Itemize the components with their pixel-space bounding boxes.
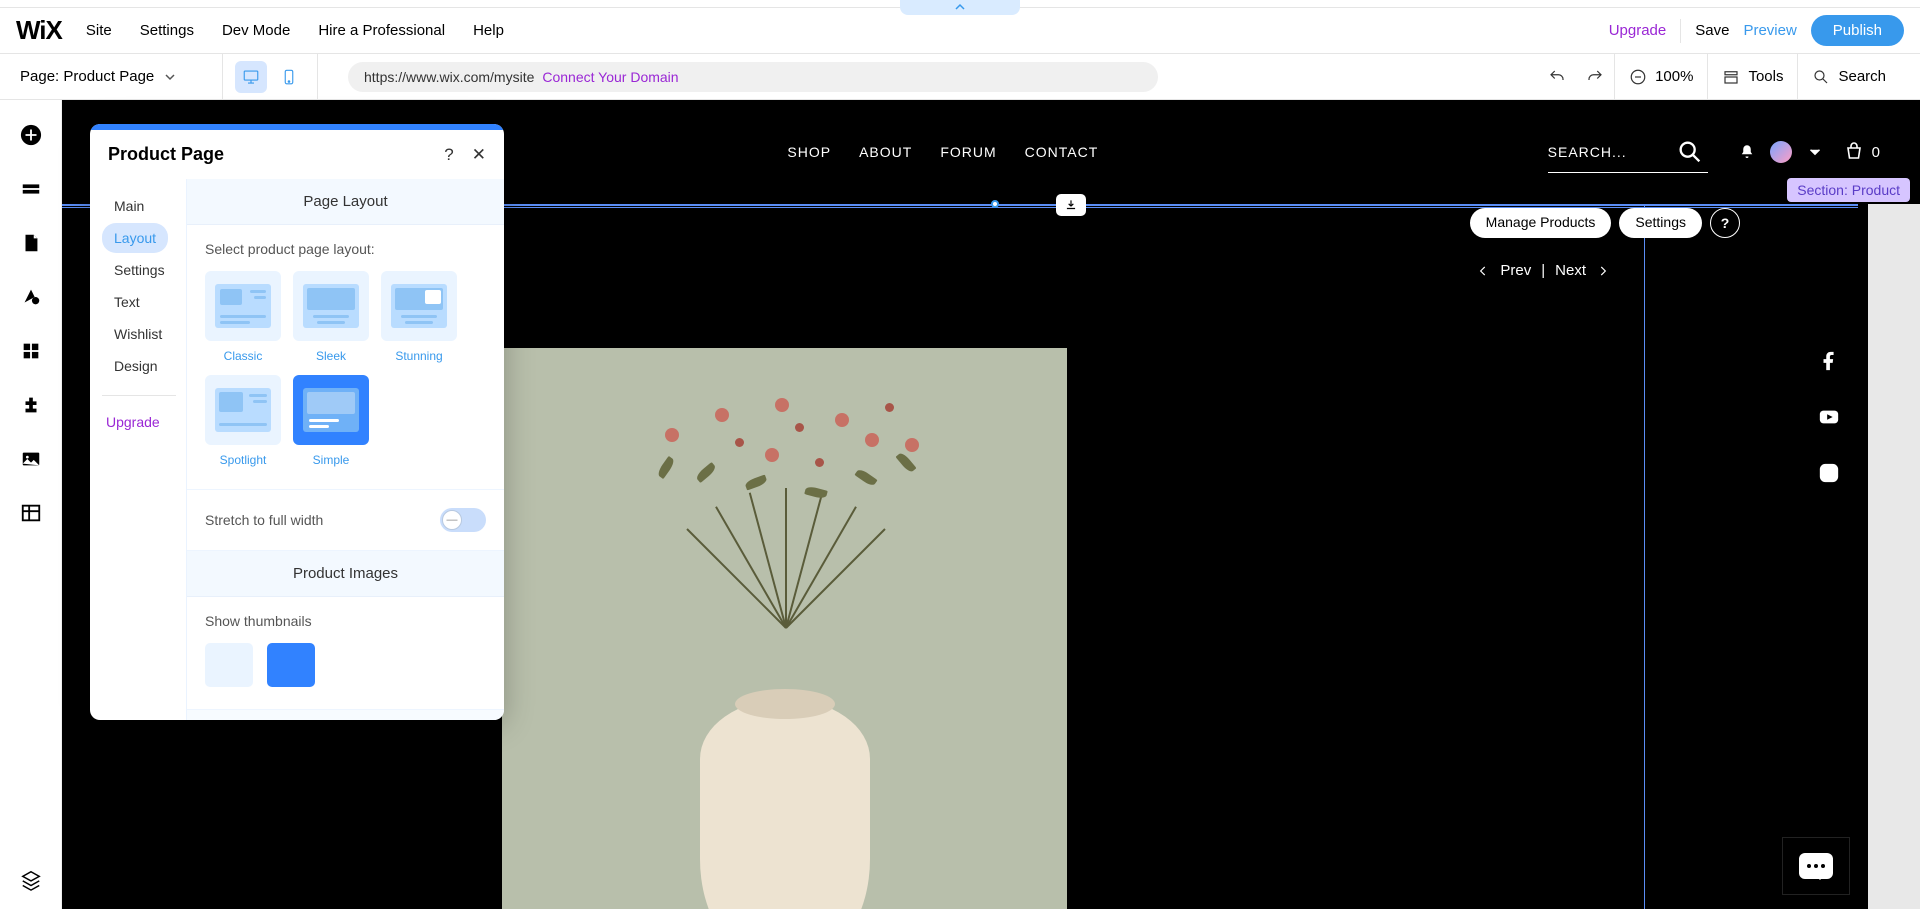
add-element-button[interactable] xyxy=(18,122,44,148)
content-manager-button[interactable] xyxy=(18,500,44,526)
top-expand-handle[interactable] xyxy=(900,0,1020,15)
page-selector-label: Page: Product Page xyxy=(20,68,154,85)
section-anchor-handle[interactable] xyxy=(1056,194,1086,216)
layout-option-sleek[interactable]: Sleek xyxy=(293,271,369,363)
panel-tab-text[interactable]: Text xyxy=(102,287,152,317)
product-image[interactable] xyxy=(502,348,1067,909)
youtube-icon[interactable] xyxy=(1818,406,1840,428)
desktop-view-button[interactable] xyxy=(235,61,267,93)
connect-domain-link[interactable]: Connect Your Domain xyxy=(542,69,678,85)
panel-upgrade-link[interactable]: Upgrade xyxy=(102,408,186,436)
nav-forum[interactable]: FORUM xyxy=(940,144,996,160)
select-layout-label: Select product page layout: xyxy=(205,241,486,257)
chevron-down-icon xyxy=(164,71,176,83)
apps-button[interactable] xyxy=(18,338,44,364)
undo-button[interactable] xyxy=(1538,54,1576,99)
panel-close-button[interactable]: ✕ xyxy=(472,145,486,165)
mobile-view-button[interactable] xyxy=(273,61,305,93)
thumbnail-option-1[interactable] xyxy=(205,643,253,687)
resize-handle[interactable] xyxy=(991,200,999,208)
nav-about[interactable]: ABOUT xyxy=(859,144,912,160)
preview-button[interactable]: Preview xyxy=(1743,22,1796,39)
panel-title: Product Page xyxy=(108,144,224,165)
tools-button[interactable]: Tools xyxy=(1707,54,1797,99)
section-label[interactable]: Section: Product xyxy=(1787,178,1910,202)
layout-option-classic[interactable]: Classic xyxy=(205,271,281,363)
cart-icon xyxy=(1842,140,1866,164)
panel-tab-wishlist[interactable]: Wishlist xyxy=(102,319,174,349)
zoom-out-icon xyxy=(1629,68,1647,86)
nav-shop[interactable]: SHOP xyxy=(787,144,831,160)
menu-hire[interactable]: Hire a Professional xyxy=(318,22,445,39)
layout-option-simple[interactable]: Simple xyxy=(293,375,369,467)
publish-button[interactable]: Publish xyxy=(1811,15,1904,46)
site-search-input[interactable] xyxy=(1548,144,1668,160)
avatar[interactable] xyxy=(1770,141,1792,163)
search-button[interactable]: Search xyxy=(1797,54,1900,99)
business-button[interactable] xyxy=(18,392,44,418)
search-icon xyxy=(1676,138,1704,166)
page-selector[interactable]: Page: Product Page xyxy=(20,68,210,85)
prev-link[interactable]: Prev xyxy=(1500,262,1531,279)
panel-tab-design[interactable]: Design xyxy=(102,351,170,381)
facebook-icon[interactable] xyxy=(1818,350,1840,372)
chevron-left-icon[interactable] xyxy=(1476,264,1490,278)
panel-tab-layout[interactable]: Layout xyxy=(102,223,168,253)
upgrade-link[interactable]: Upgrade xyxy=(1609,22,1667,39)
layers-button[interactable] xyxy=(18,867,44,893)
section-settings-button[interactable]: Settings xyxy=(1619,208,1702,238)
media-button[interactable] xyxy=(18,446,44,472)
product-nav: Prev | Next xyxy=(1476,262,1610,279)
instagram-icon[interactable] xyxy=(1818,462,1840,484)
zoom-control[interactable]: 100% xyxy=(1614,54,1707,99)
search-icon xyxy=(1812,68,1830,86)
sections-button[interactable] xyxy=(18,176,44,202)
redo-button[interactable] xyxy=(1576,54,1614,99)
chat-icon xyxy=(1799,853,1833,879)
menu-help[interactable]: Help xyxy=(473,22,504,39)
wix-logo[interactable]: WiX xyxy=(16,15,62,46)
menu-settings[interactable]: Settings xyxy=(140,22,194,39)
page-layout-header: Page Layout xyxy=(187,179,504,225)
save-button[interactable]: Save xyxy=(1695,22,1729,39)
nav-contact[interactable]: CONTACT xyxy=(1025,144,1099,160)
chat-widget[interactable] xyxy=(1782,837,1850,895)
cart-button[interactable]: 0 xyxy=(1842,140,1880,164)
thumbnail-option-2[interactable] xyxy=(267,643,315,687)
thumbnails-label: Show thumbnails xyxy=(205,613,486,629)
menu-site[interactable]: Site xyxy=(86,22,112,39)
manage-products-button[interactable]: Manage Products xyxy=(1470,208,1612,238)
url-bar[interactable]: https://www.wix.com/mysite Connect Your … xyxy=(348,62,1158,92)
panel-tab-settings[interactable]: Settings xyxy=(102,255,177,285)
zoom-level: 100% xyxy=(1655,68,1693,85)
stretch-toggle[interactable]: — xyxy=(440,508,486,532)
panel-tab-main[interactable]: Main xyxy=(102,191,156,221)
pages-button[interactable] xyxy=(18,230,44,256)
cart-count: 0 xyxy=(1872,144,1880,161)
chevron-down-icon[interactable] xyxy=(1806,143,1824,161)
site-search[interactable] xyxy=(1548,132,1708,173)
theme-button[interactable] xyxy=(18,284,44,310)
product-page-panel: Product Page ? ✕ Main Layout Settings Te… xyxy=(90,124,504,720)
panel-help-button[interactable]: ? xyxy=(444,145,453,165)
bell-icon[interactable] xyxy=(1738,143,1756,161)
stretch-label: Stretch to full width xyxy=(205,512,323,528)
tools-icon xyxy=(1722,68,1740,86)
product-images-header: Product Images xyxy=(187,551,504,597)
layout-option-spotlight[interactable]: Spotlight xyxy=(205,375,281,467)
url-text: https://www.wix.com/mysite xyxy=(364,69,534,85)
next-link[interactable]: Next xyxy=(1555,262,1586,279)
help-button[interactable]: ? xyxy=(1710,208,1740,238)
chevron-right-icon[interactable] xyxy=(1596,264,1610,278)
layout-option-stunning[interactable]: Stunning xyxy=(381,271,457,363)
menu-devmode[interactable]: Dev Mode xyxy=(222,22,290,39)
